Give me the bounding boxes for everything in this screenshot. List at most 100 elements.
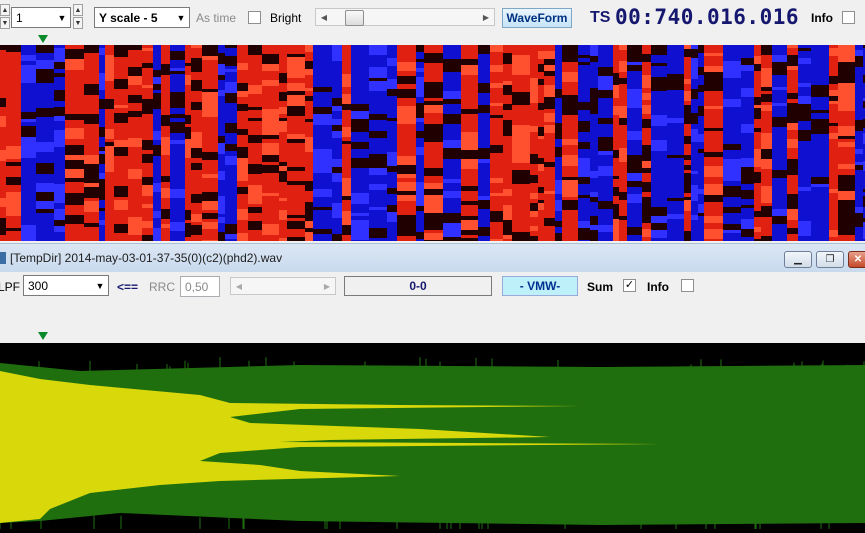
position-marker-icon-2[interactable] xyxy=(38,332,48,340)
spectrogram-cell xyxy=(562,220,578,231)
scroll-left-icon[interactable]: ◀ xyxy=(231,278,247,294)
spectrogram-cell xyxy=(598,209,613,212)
spectrogram-cell xyxy=(218,223,225,227)
child-window-titlebar[interactable]: [TempDir] 2014-may-03-01-37-35(0)(c2)(ph… xyxy=(0,243,865,272)
spectrogram-cell xyxy=(202,192,218,201)
spectrogram-cell xyxy=(416,62,424,68)
spectrogram-cell xyxy=(651,238,667,241)
spectrogram-cell xyxy=(142,235,153,241)
scroll-right-icon[interactable]: ▶ xyxy=(478,9,494,25)
spectrogram-cell xyxy=(461,45,478,53)
chevron-down-icon[interactable]: ▼ xyxy=(173,8,189,27)
spectrogram-cell xyxy=(530,132,538,143)
spectrogram-cell xyxy=(65,128,84,139)
spectrogram-cell xyxy=(202,201,218,210)
channel-select[interactable]: 1 ▼ xyxy=(11,7,71,28)
spectrogram-cell xyxy=(218,185,225,196)
chevron-down-icon[interactable]: ▼ xyxy=(54,8,70,27)
spectrogram-cell xyxy=(787,130,798,139)
spectrogram-cell xyxy=(416,206,424,211)
spectrogram-cell xyxy=(562,106,578,115)
spectrogram-cell xyxy=(698,240,704,241)
yscale-select[interactable]: Y scale - 5 ▼ xyxy=(94,7,190,28)
spectrogram-cell xyxy=(170,140,185,144)
chevron-down-icon[interactable]: ▼ xyxy=(92,276,108,295)
spectrogram-cell xyxy=(754,56,761,64)
spectrogram-cell xyxy=(555,108,562,117)
apply-arrow-button[interactable]: <== xyxy=(117,280,138,294)
spectrogram-cell xyxy=(741,65,754,71)
spin-up-icon[interactable]: ▲ xyxy=(0,4,10,16)
spectrogram-cell xyxy=(829,126,838,133)
channel-spinner-right[interactable]: ▲ ▼ xyxy=(73,4,83,30)
spectrogram-cell xyxy=(237,52,248,56)
spectrogram-cell xyxy=(478,236,490,239)
rrc-scrollbar[interactable]: ◀ ▶ xyxy=(230,277,336,295)
spectrogram-cell xyxy=(279,156,287,162)
spectrogram-cell xyxy=(416,197,424,206)
spectrogram-cell xyxy=(332,159,342,167)
spectrogram-cell xyxy=(642,68,651,75)
info-checkbox[interactable] xyxy=(842,11,855,24)
spectrogram-view[interactable] xyxy=(0,45,865,241)
spectrogram-cell xyxy=(397,71,416,76)
spin-up-icon[interactable]: ▲ xyxy=(73,4,83,16)
restore-icon[interactable]: ❐ xyxy=(816,251,844,268)
spectrogram-cell xyxy=(387,182,397,188)
time-scrollbar[interactable]: ◀ ▶ xyxy=(315,8,495,26)
scroll-thumb[interactable] xyxy=(345,10,364,26)
sum-checkbox[interactable]: ✓ xyxy=(623,279,636,292)
scroll-right-icon[interactable]: ▶ xyxy=(319,278,335,294)
spectrogram-cell xyxy=(619,135,627,145)
spectrogram-cell xyxy=(248,74,262,85)
spectrogram-cell xyxy=(262,221,279,224)
spectrogram-cell xyxy=(613,115,619,126)
waveform-view[interactable] xyxy=(0,343,865,533)
spectrogram-cell xyxy=(627,235,642,241)
spectrogram-cell xyxy=(684,165,691,170)
spectrogram-cell xyxy=(128,45,142,50)
spectrogram-cell xyxy=(161,56,170,64)
spectrogram-cell xyxy=(153,218,161,228)
spectrogram-cell xyxy=(698,234,704,237)
spectrogram-cell xyxy=(305,122,313,126)
spectrogram-cell xyxy=(142,177,153,185)
spectrogram-cell xyxy=(36,60,54,69)
spectrogram-cell xyxy=(698,106,704,116)
spectrogram-cell xyxy=(741,184,754,190)
spin-down-icon[interactable]: ▼ xyxy=(0,17,10,29)
scroll-left-icon[interactable]: ◀ xyxy=(316,9,332,25)
spectrogram-cell xyxy=(530,211,538,217)
spectrogram-cell xyxy=(369,210,387,218)
bright-checkbox[interactable] xyxy=(248,11,261,24)
spectrogram-cell xyxy=(651,45,667,55)
spectrogram-cell xyxy=(443,114,461,124)
spectrogram-cell xyxy=(237,203,248,209)
spectrogram-cell xyxy=(313,107,332,114)
spectrogram-cell xyxy=(578,58,590,62)
spectrogram-cell xyxy=(248,97,262,107)
spectrogram-cell xyxy=(313,221,332,224)
spectrogram-cell xyxy=(21,167,36,172)
waveform-button[interactable]: WaveForm xyxy=(502,8,572,28)
channel-spinner-left[interactable]: ▲ ▼ xyxy=(0,4,10,30)
position-marker-icon[interactable] xyxy=(38,35,48,43)
spectrogram-cell xyxy=(512,158,530,163)
lpf-select[interactable]: 300 ▼ xyxy=(23,275,109,296)
spectrogram-cell xyxy=(684,45,691,49)
spectrogram-cell xyxy=(838,191,855,197)
close-icon[interactable]: ✕ xyxy=(848,251,865,268)
spectrogram-cell xyxy=(787,45,798,48)
spectrogram-cell xyxy=(99,127,105,134)
info-checkbox-2[interactable] xyxy=(681,279,694,292)
spectrogram-cell xyxy=(351,65,369,70)
rrc-field[interactable]: 0,50 xyxy=(180,276,220,297)
minimize-icon[interactable]: ▁ xyxy=(784,251,812,268)
spectrogram-cell xyxy=(787,228,798,234)
spectrogram-cell xyxy=(170,118,185,122)
spectrogram-cell xyxy=(36,53,54,60)
spin-down-icon[interactable]: ▼ xyxy=(73,17,83,29)
vmw-button[interactable]: - VMW- xyxy=(502,276,578,296)
spectrogram-cell xyxy=(461,59,478,65)
spectrogram-cell xyxy=(598,59,613,67)
